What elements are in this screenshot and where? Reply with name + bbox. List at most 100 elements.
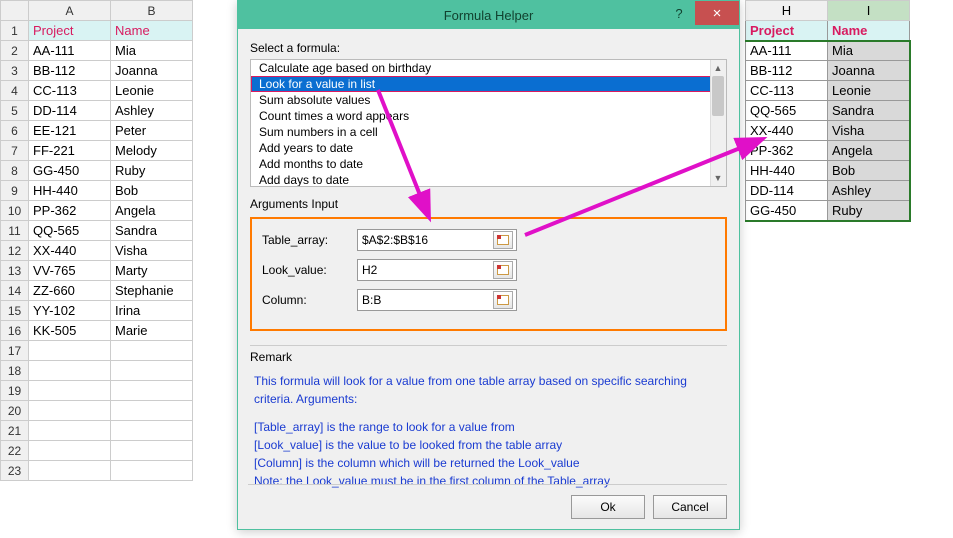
scroll-up-icon[interactable]: ▲ [710, 60, 726, 76]
cell[interactable]: YY-102 [29, 301, 111, 321]
cell[interactable] [29, 441, 111, 461]
formula-item[interactable]: Sum absolute values [251, 92, 726, 108]
row-header[interactable]: 6 [1, 121, 29, 141]
help-button[interactable]: ? [663, 1, 695, 25]
cell[interactable]: Peter [111, 121, 193, 141]
formula-item-selected[interactable]: Look for a value in list [251, 76, 726, 92]
cell[interactable] [111, 441, 193, 461]
row-header[interactable]: 7 [1, 141, 29, 161]
cell[interactable]: DD-114 [29, 101, 111, 121]
cell[interactable]: BB-112 [29, 61, 111, 81]
cell[interactable]: Marty [111, 261, 193, 281]
row-header[interactable]: 19 [1, 381, 29, 401]
scroll-down-icon[interactable]: ▼ [710, 170, 726, 186]
cell[interactable] [29, 361, 111, 381]
scroll-thumb[interactable] [712, 76, 724, 116]
col-header-i[interactable]: I [828, 1, 910, 21]
row-header[interactable]: 5 [1, 101, 29, 121]
cell[interactable]: Sandra [111, 221, 193, 241]
cell[interactable] [111, 381, 193, 401]
cell[interactable]: Irina [111, 301, 193, 321]
range-picker-icon[interactable] [493, 231, 513, 249]
cell[interactable]: PP-362 [746, 141, 828, 161]
row-header[interactable]: 9 [1, 181, 29, 201]
dialog-title-bar[interactable]: Formula Helper ? × [238, 1, 739, 29]
range-picker-icon[interactable] [493, 291, 513, 309]
cell[interactable]: HH-440 [29, 181, 111, 201]
right-spreadsheet[interactable]: H I ProjectName AA-111Mia BB-112Joanna C… [745, 0, 911, 222]
cell[interactable]: Ruby [828, 201, 910, 221]
cell[interactable]: Joanna [828, 61, 910, 81]
row-header[interactable]: 18 [1, 361, 29, 381]
cell[interactable]: VV-765 [29, 261, 111, 281]
col-header-b[interactable]: B [111, 1, 193, 21]
cell[interactable]: Name [828, 21, 910, 41]
close-button[interactable]: × [695, 1, 739, 25]
formula-item[interactable]: Add days to date [251, 172, 726, 187]
row-header[interactable]: 2 [1, 41, 29, 61]
cell[interactable] [111, 401, 193, 421]
row-header[interactable]: 13 [1, 261, 29, 281]
cell[interactable]: GG-450 [29, 161, 111, 181]
cell[interactable]: CC-113 [746, 81, 828, 101]
row-header[interactable]: 8 [1, 161, 29, 181]
cell[interactable]: Project [29, 21, 111, 41]
cell[interactable]: QQ-565 [29, 221, 111, 241]
cell[interactable] [29, 421, 111, 441]
row-header[interactable]: 16 [1, 321, 29, 341]
row-header[interactable]: 17 [1, 341, 29, 361]
cell[interactable] [29, 341, 111, 361]
cell[interactable]: Bob [828, 161, 910, 181]
cell[interactable]: Sandra [828, 101, 910, 121]
cell[interactable]: Mia [828, 41, 910, 61]
cell[interactable]: Project [746, 21, 828, 41]
row-header[interactable]: 4 [1, 81, 29, 101]
cell[interactable]: XX-440 [746, 121, 828, 141]
cell[interactable]: Ashley [111, 101, 193, 121]
row-header[interactable]: 23 [1, 461, 29, 481]
row-header[interactable]: 11 [1, 221, 29, 241]
cell[interactable]: HH-440 [746, 161, 828, 181]
cell[interactable] [111, 361, 193, 381]
formula-item[interactable]: Count times a word appears [251, 108, 726, 124]
row-header[interactable]: 22 [1, 441, 29, 461]
cell[interactable]: EE-121 [29, 121, 111, 141]
row-header[interactable]: 14 [1, 281, 29, 301]
cell[interactable] [111, 421, 193, 441]
cell[interactable]: Bob [111, 181, 193, 201]
cell[interactable]: DD-114 [746, 181, 828, 201]
formula-item[interactable]: Sum numbers in a cell [251, 124, 726, 140]
cell[interactable]: KK-505 [29, 321, 111, 341]
cell[interactable]: Ruby [111, 161, 193, 181]
col-header-a[interactable]: A [29, 1, 111, 21]
cell[interactable]: Angela [111, 201, 193, 221]
cell[interactable]: Joanna [111, 61, 193, 81]
cell[interactable]: Leonie [828, 81, 910, 101]
table-array-input[interactable] [358, 230, 493, 250]
cell[interactable]: Stephanie [111, 281, 193, 301]
col-header-h[interactable]: H [746, 1, 828, 21]
cell[interactable] [111, 341, 193, 361]
cell[interactable]: BB-112 [746, 61, 828, 81]
left-spreadsheet[interactable]: A B 1ProjectName 2AA-111Mia 3BB-112Joann… [0, 0, 193, 481]
cell[interactable]: Melody [111, 141, 193, 161]
row-header[interactable]: 12 [1, 241, 29, 261]
cell[interactable]: Mia [111, 41, 193, 61]
cell[interactable]: AA-111 [746, 41, 828, 61]
select-all-corner[interactable] [1, 1, 29, 21]
cell[interactable]: Visha [828, 121, 910, 141]
formula-item[interactable]: Add years to date [251, 140, 726, 156]
ok-button[interactable]: Ok [571, 495, 645, 519]
formula-listbox[interactable]: Calculate age based on birthday Look for… [250, 59, 727, 187]
cell[interactable] [29, 401, 111, 421]
formula-item[interactable]: Add months to date [251, 156, 726, 172]
range-picker-icon[interactable] [493, 261, 513, 279]
row-header[interactable]: 1 [1, 21, 29, 41]
row-header[interactable]: 3 [1, 61, 29, 81]
cell[interactable]: ZZ-660 [29, 281, 111, 301]
cell[interactable]: QQ-565 [746, 101, 828, 121]
cell[interactable]: CC-113 [29, 81, 111, 101]
cell[interactable]: PP-362 [29, 201, 111, 221]
cell[interactable] [29, 381, 111, 401]
cell[interactable]: Leonie [111, 81, 193, 101]
